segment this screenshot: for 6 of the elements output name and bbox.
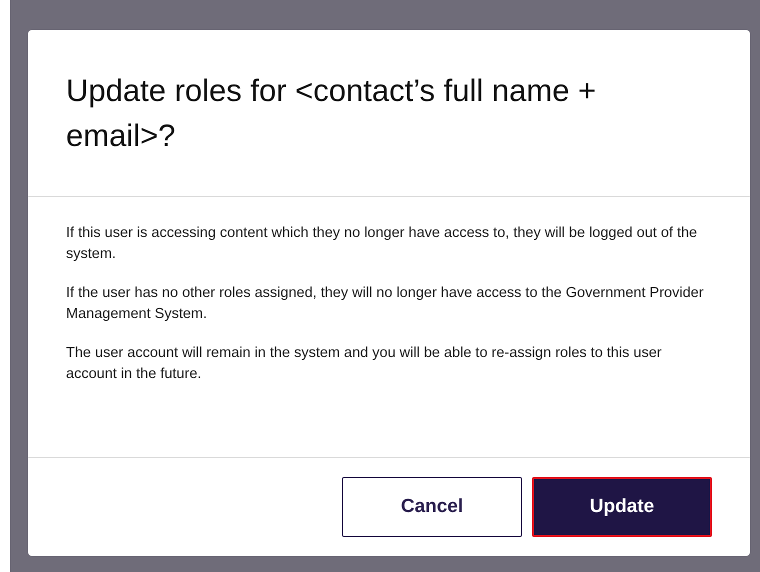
dialog-message: The user account will remain in the system and you will be able to re-assign roles to this user account in the future. bbox=[66, 344, 663, 384]
update-button[interactable]: Update bbox=[532, 477, 712, 537]
cancel-button[interactable]: Cancel bbox=[342, 477, 522, 537]
dialog-title: Update roles for <contact’s full name + email>? bbox=[66, 72, 598, 155]
dialog-message: If the user has no other roles assigned, they will no longer have access to the Government Provider Management System. bbox=[66, 284, 705, 324]
dialog-message: If this user is accessing content which they no longer have access to, they will be logged out of the system. bbox=[66, 224, 698, 264]
